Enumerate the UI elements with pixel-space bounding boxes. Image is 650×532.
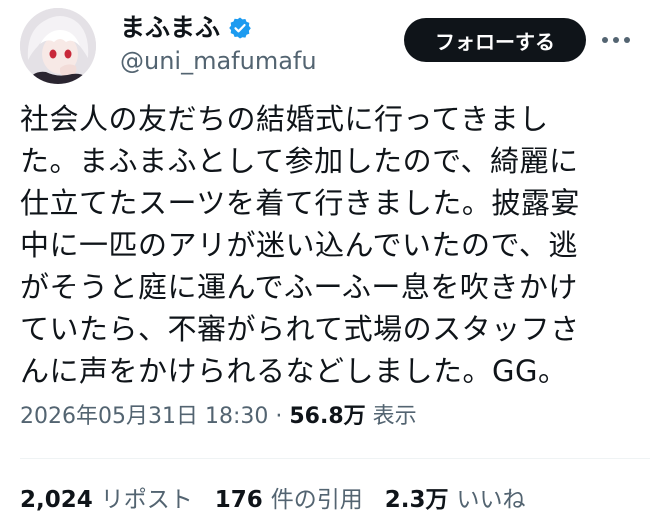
tweet-line: 仕立てたスーツを着て行きました。披露宴 [20, 186, 580, 220]
verified-badge-icon [228, 16, 252, 40]
reposts-count: 2,024 [20, 487, 93, 513]
likes-count: 2.3万 [384, 487, 449, 513]
tweet-stats: 2,024 リポスト 176 件の引用 2.3万 いいね [20, 484, 526, 516]
views-label: 表示 [372, 404, 417, 429]
display-name[interactable]: まふまふ [120, 12, 252, 44]
reposts-stat[interactable]: 2,024 リポスト [20, 484, 193, 516]
more-options-icon[interactable] [596, 22, 636, 58]
reposts-label: リポスト [100, 487, 193, 513]
tweet-body: 社会人の友だちの結婚式に行ってきまし た。まふまふとして参加したので、綺麗に 仕… [20, 98, 620, 392]
tweet-line: がそうと庭に運んでふーふー息を吹きかけ [20, 270, 578, 304]
quotes-count: 176 [214, 487, 263, 513]
quotes-label: 件の引用 [270, 487, 363, 513]
follow-button[interactable]: フォローする [404, 18, 586, 62]
meta-separator: · [275, 404, 283, 429]
likes-label: いいね [456, 487, 526, 513]
tweet-line: 社会人の友だちの結婚式に行ってきまし [20, 102, 549, 136]
views-count: 56.8万 [289, 404, 366, 429]
divider [20, 458, 650, 459]
likes-stat[interactable]: 2.3万 いいね [385, 484, 526, 516]
tweet-line: ていたら、不審がられて式場のスタッフさ [20, 312, 580, 346]
display-name-text: まふまふ [120, 13, 221, 42]
tweet-line: 中に一匹のアリが迷い込んでいたので、逃 [20, 228, 578, 262]
quotes-stat[interactable]: 176 件の引用 [215, 484, 363, 516]
tweet-header: まふまふ @uni_mafumafu フォローする [0, 0, 650, 90]
avatar[interactable] [20, 8, 96, 84]
tweet-line: んに声をかけられるなどしました。GG。 [20, 354, 568, 388]
timestamp[interactable]: 2026年05月31日 18:30 [20, 404, 268, 429]
tweet-line: た。まふまふとして参加したので、綺麗に [20, 144, 579, 178]
user-handle[interactable]: @uni_mafumafu [120, 46, 317, 76]
avatar-image [20, 8, 96, 84]
tweet-meta: 2026年05月31日 18:30 · 56.8万 表示 [20, 402, 417, 432]
